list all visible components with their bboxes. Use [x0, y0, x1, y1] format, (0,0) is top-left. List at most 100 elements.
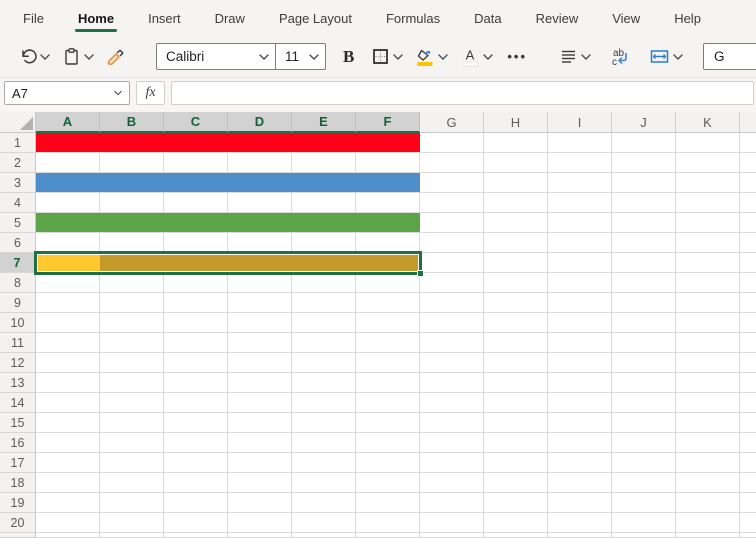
cell-H14[interactable]: [484, 393, 548, 413]
cell-D14[interactable]: [228, 393, 292, 413]
row-header-5[interactable]: 5: [0, 213, 36, 233]
number-format-select[interactable]: G: [703, 43, 756, 70]
cell-E2[interactable]: [292, 153, 356, 173]
cell-G17[interactable]: [420, 453, 484, 473]
cell-D20[interactable]: [228, 513, 292, 533]
row-header-7[interactable]: 7: [0, 253, 36, 273]
cell-K6[interactable]: [676, 233, 740, 253]
cell-F16[interactable]: [356, 433, 420, 453]
font-color-button[interactable]: A: [456, 44, 497, 70]
cell-I11[interactable]: [548, 333, 612, 353]
cell-G5[interactable]: [420, 213, 484, 233]
column-header-h[interactable]: H: [484, 112, 548, 133]
cell-H13[interactable]: [484, 373, 548, 393]
cell-H4[interactable]: [484, 193, 548, 213]
cell-C10[interactable]: [164, 313, 228, 333]
cell-I15[interactable]: [548, 413, 612, 433]
wrap-text-button[interactable]: ab c: [605, 44, 635, 70]
fill-color-button[interactable]: [411, 44, 452, 70]
chevron-down-icon[interactable]: [40, 53, 50, 60]
cell-J2[interactable]: [612, 153, 676, 173]
more-font-options-button[interactable]: •••: [501, 49, 533, 64]
cell-J19[interactable]: [612, 493, 676, 513]
cell-J5[interactable]: [612, 213, 676, 233]
menu-item-data[interactable]: Data: [457, 0, 518, 36]
cell-B10[interactable]: [100, 313, 164, 333]
cell-I16[interactable]: [548, 433, 612, 453]
cell-J8[interactable]: [612, 273, 676, 293]
cell-F6[interactable]: [356, 233, 420, 253]
cell-G2[interactable]: [420, 153, 484, 173]
cell-D15[interactable]: [228, 413, 292, 433]
cell-B12[interactable]: [100, 353, 164, 373]
cell-B14[interactable]: [100, 393, 164, 413]
row-header-1[interactable]: 1: [0, 133, 36, 153]
cell-F2[interactable]: [356, 153, 420, 173]
cell-C18[interactable]: [164, 473, 228, 493]
cell-B2[interactable]: [100, 153, 164, 173]
row-header-14[interactable]: 14: [0, 393, 36, 413]
cell-E20[interactable]: [292, 513, 356, 533]
cell-B16[interactable]: [100, 433, 164, 453]
column-header-i[interactable]: I: [548, 112, 612, 133]
cell-D2[interactable]: [228, 153, 292, 173]
cell-F11[interactable]: [356, 333, 420, 353]
column-header-f[interactable]: F: [356, 112, 420, 133]
cell-I19[interactable]: [548, 493, 612, 513]
cell-D16[interactable]: [228, 433, 292, 453]
cell-I10[interactable]: [548, 313, 612, 333]
cell-C6[interactable]: [164, 233, 228, 253]
cell-G19[interactable]: [420, 493, 484, 513]
menu-item-file[interactable]: File: [6, 0, 61, 36]
cell-K1[interactable]: [676, 133, 740, 153]
cell-J9[interactable]: [612, 293, 676, 313]
cell-E16[interactable]: [292, 433, 356, 453]
cell-J15[interactable]: [612, 413, 676, 433]
fill-handle[interactable]: [417, 270, 424, 277]
undo-button[interactable]: [14, 44, 54, 69]
column-header-j[interactable]: J: [612, 112, 676, 133]
cell-H8[interactable]: [484, 273, 548, 293]
cell-J20[interactable]: [612, 513, 676, 533]
cell-G18[interactable]: [420, 473, 484, 493]
cell-C19[interactable]: [164, 493, 228, 513]
cell-C17[interactable]: [164, 453, 228, 473]
cell-J14[interactable]: [612, 393, 676, 413]
cell-K7[interactable]: [676, 253, 740, 273]
cell-E4[interactable]: [292, 193, 356, 213]
cell-I14[interactable]: [548, 393, 612, 413]
cell-B15[interactable]: [100, 413, 164, 433]
cell-D6[interactable]: [228, 233, 292, 253]
cell-I13[interactable]: [548, 373, 612, 393]
chevron-down-icon[interactable]: [393, 53, 404, 60]
menu-item-insert[interactable]: Insert: [131, 0, 198, 36]
cell-D11[interactable]: [228, 333, 292, 353]
cell-I2[interactable]: [548, 153, 612, 173]
cell-A11[interactable]: [36, 333, 100, 353]
row-header-20[interactable]: 20: [0, 513, 36, 533]
cell-E17[interactable]: [292, 453, 356, 473]
cell-D17[interactable]: [228, 453, 292, 473]
cell-B17[interactable]: [100, 453, 164, 473]
row-header-13[interactable]: 13: [0, 373, 36, 393]
cell-H15[interactable]: [484, 413, 548, 433]
cell-B20[interactable]: [100, 513, 164, 533]
cell-I4[interactable]: [548, 193, 612, 213]
cell-K8[interactable]: [676, 273, 740, 293]
cell-F9[interactable]: [356, 293, 420, 313]
row-header-2[interactable]: 2: [0, 153, 36, 173]
chevron-down-icon[interactable]: [673, 53, 683, 60]
chevron-down-icon[interactable]: [483, 53, 494, 60]
row-header-4[interactable]: 4: [0, 193, 36, 213]
cell-K10[interactable]: [676, 313, 740, 333]
cell-H19[interactable]: [484, 493, 548, 513]
cell-B11[interactable]: [100, 333, 164, 353]
column-header-d[interactable]: D: [228, 112, 292, 133]
chevron-down-icon[interactable]: [438, 53, 449, 60]
cell-J12[interactable]: [612, 353, 676, 373]
cell-B19[interactable]: [100, 493, 164, 513]
cell-H5[interactable]: [484, 213, 548, 233]
paste-button[interactable]: [58, 44, 98, 69]
cell-B13[interactable]: [100, 373, 164, 393]
row-header-10[interactable]: 10: [0, 313, 36, 333]
